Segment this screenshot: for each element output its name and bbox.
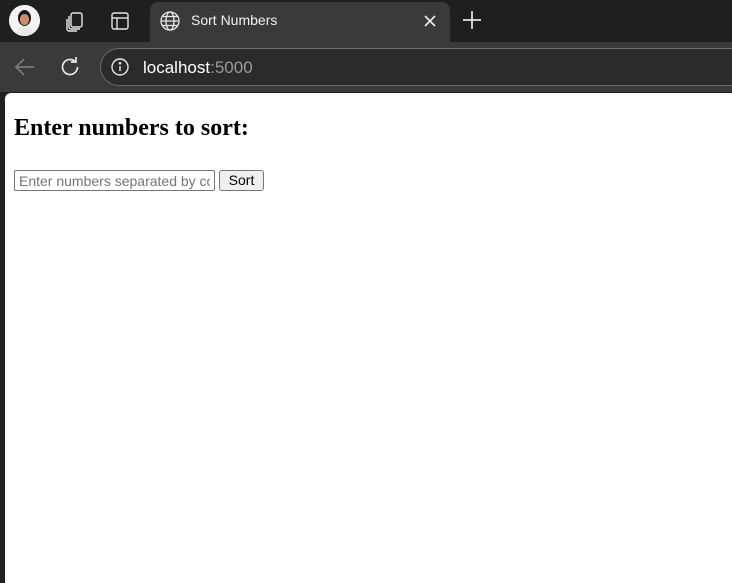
info-icon[interactable] (110, 57, 130, 77)
url-text[interactable]: localhost:5000 (143, 58, 253, 78)
tab-sort-numbers[interactable]: Sort Numbers (150, 2, 450, 42)
close-icon[interactable] (421, 12, 439, 30)
page-heading: Enter numbers to sort: (14, 115, 249, 141)
url-host: localhost (143, 58, 211, 77)
toolbar: localhost:5000 (0, 42, 732, 92)
reload-icon[interactable] (57, 54, 83, 80)
numbers-input[interactable] (14, 170, 215, 191)
back-arrow-icon[interactable] (12, 54, 38, 80)
new-tab-icon[interactable] (459, 7, 485, 33)
tab-title: Sort Numbers (191, 12, 278, 28)
tab-strip: Sort Numbers (0, 0, 732, 42)
profile-avatar[interactable] (9, 5, 40, 36)
globe-icon (159, 10, 181, 32)
vertical-tabs-icon[interactable] (107, 8, 133, 34)
url-port: :5000 (210, 58, 253, 77)
page-content: Enter numbers to sort: Sort (5, 93, 732, 583)
address-bar[interactable]: localhost:5000 (100, 48, 732, 86)
sort-button[interactable]: Sort (219, 170, 264, 191)
browser-window: Sort Numbers localhost:5000 Enter number… (0, 0, 732, 583)
workspaces-icon[interactable] (62, 8, 88, 34)
